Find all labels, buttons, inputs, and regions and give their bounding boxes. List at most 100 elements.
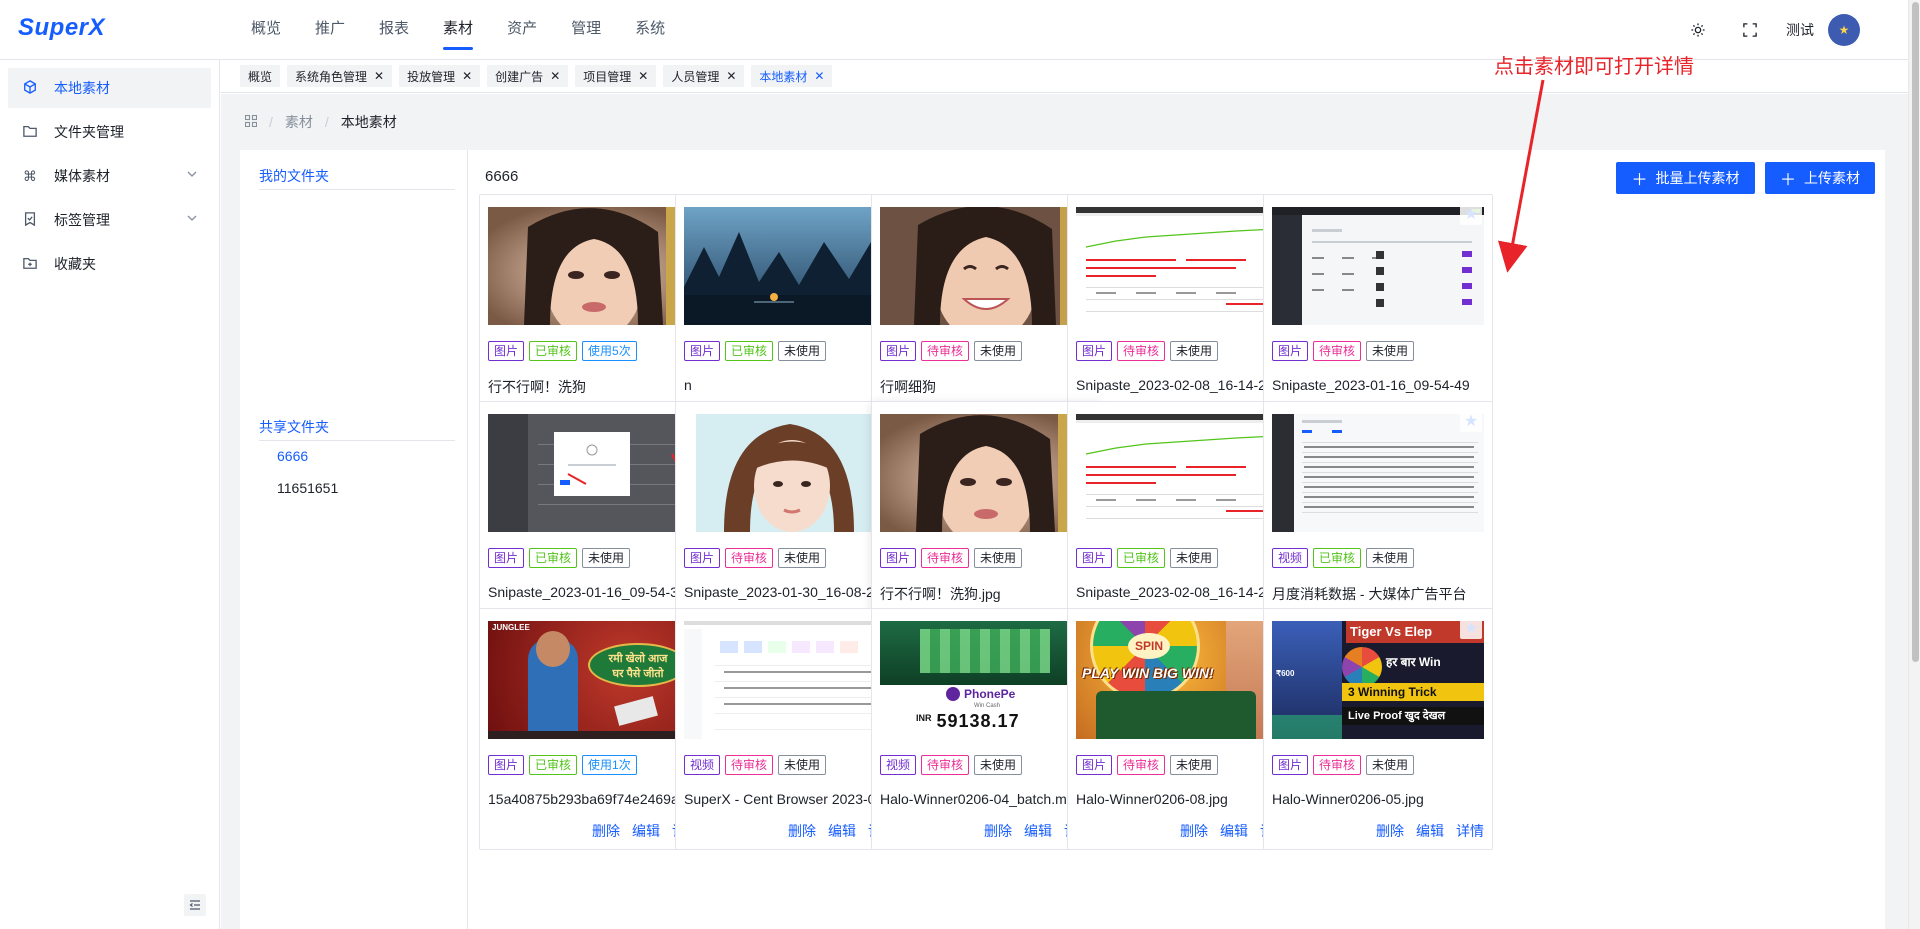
delete-button[interactable]: 删除 [788,821,816,841]
breadcrumb-item[interactable]: 素材 [285,112,313,132]
asset-thumbnail[interactable] [1076,207,1288,325]
plus-icon: ＋ [1779,172,1796,189]
asset-thumbnail[interactable] [684,621,896,739]
scrollbar-thumb[interactable] [1912,2,1919,662]
phonepe-logo: PhonePe [946,687,1015,701]
asset-thumbnail[interactable] [880,414,1092,532]
delete-button[interactable]: 删除 [592,821,620,841]
edit-button[interactable]: 编辑 [1416,821,1444,841]
asset-thumbnail[interactable] [880,207,1092,325]
asset-thumbnail[interactable] [488,207,700,325]
delete-button[interactable]: 删除 [1180,821,1208,841]
batch-upload-button[interactable]: ＋ 批量上传素材 [1616,162,1755,194]
cube-icon [22,80,38,96]
asset-thumbnail[interactable] [1076,414,1288,532]
tab-ad-delivery[interactable]: 投放管理 ✕ [399,65,481,87]
asset-tag: 未使用 [974,341,1023,361]
folder-item-6666[interactable]: 6666 [277,448,308,464]
edit-button[interactable]: 编辑 [632,821,660,841]
topnav-property[interactable]: 资产 [507,0,537,60]
asset-thumbnail[interactable] [1272,414,1484,532]
asset-tag: 待审核 [1313,341,1362,361]
sidebar-item-favorites[interactable]: 收藏夹 [8,244,211,284]
topnav-overview[interactable]: 概览 [251,0,281,60]
folder-item-11651651[interactable]: 11651651 [277,480,338,496]
avatar[interactable]: ★ [1828,14,1860,46]
delete-button[interactable]: 删除 [1376,821,1404,841]
tab-role-management[interactable]: 系统角色管理 ✕ [287,65,393,87]
collapse-sidebar-icon[interactable] [184,894,206,916]
apps-icon[interactable] [244,114,258,130]
sidebar-item-folder-management[interactable]: 文件夹管理 [8,112,211,152]
topnav-promotion[interactable]: 推广 [315,0,345,60]
asset-tags: 图片 待审核 未使用 [1076,341,1223,361]
asset-name: Halo-Winner0206-08.jpg [1076,791,1228,807]
breadcrumb: / 素材 / 本地素材 [244,112,397,132]
asset-name: Snipaste_2023-01-16_09-54-49 [1272,377,1470,393]
asset-thumbnail[interactable]: SPIN PLAY WIN BIG WIN! [1076,621,1288,739]
edit-button[interactable]: 编辑 [1024,821,1052,841]
close-icon[interactable]: ✕ [462,69,472,83]
asset-card[interactable]: ★视频已审核未使用月度消耗数据 - 大媒体广告平台1920*1032删除编辑详情 [1263,401,1493,643]
chevron-down-icon [187,212,197,226]
asset-thumbnail[interactable] [1272,207,1484,325]
asset-card[interactable]: ₹600 Tiger Vs Elep हर बार Win 3 Winning Tri… [1263,608,1493,850]
tab-staff-management[interactable]: 人员管理 ✕ [663,65,745,87]
topnav-management[interactable]: 管理 [571,0,601,60]
asset-tag: 未使用 [1170,548,1219,568]
tab-label: 项目管理 [583,69,632,84]
spin-word: SPIN [1128,633,1170,659]
close-icon[interactable]: ✕ [374,69,384,83]
asset-tags: 图片 已审核 未使用 [488,548,635,568]
topnav-system[interactable]: 系统 [635,0,665,60]
favorite-star-icon[interactable]: ★ [1460,410,1482,432]
asset-tag: 视频 [1272,548,1309,568]
asset-thumbnail[interactable] [684,414,896,532]
asset-tag: 已审核 [529,755,578,775]
favorite-star-icon[interactable]: ★ [1460,203,1482,225]
asset-tag: 图片 [1272,341,1309,361]
delete-button[interactable]: 删除 [984,821,1012,841]
asset-thumbnail[interactable]: PhonePe Win Cash INR 59138.17 [880,621,1092,739]
tab-label: 系统角色管理 [295,69,368,84]
topnav-assets[interactable]: 素材 [443,0,474,60]
sidebar-item-local-assets[interactable]: 本地素材 [8,68,211,108]
user-name[interactable]: 测试 [1786,20,1814,40]
upload-button[interactable]: ＋ 上传素材 [1765,162,1875,194]
close-icon[interactable]: ✕ [550,69,560,83]
asset-tags: 图片 待审核 未使用 [880,548,1027,568]
my-folders-title[interactable]: 我的文件夹 [259,166,455,190]
asset-thumbnail[interactable]: ₹600 Tiger Vs Elep हर बार Win 3 Winning Tri… [1272,621,1484,739]
close-icon[interactable]: ✕ [814,69,824,83]
edit-button[interactable]: 编辑 [1220,821,1248,841]
breadcrumb-current: 本地素材 [340,114,397,130]
asset-thumbnail[interactable] [684,207,896,325]
theme-toggle-icon[interactable] [1682,14,1714,46]
close-icon[interactable]: ✕ [726,69,736,83]
app-logo[interactable]: SuperX [18,14,105,42]
asset-tag: 已审核 [529,341,578,361]
asset-tag: 待审核 [921,755,970,775]
tab-project-management[interactable]: 项目管理 ✕ [575,65,657,87]
sidebar-item-media-assets[interactable]: ⌘ 媒体素材 [8,156,211,196]
edit-button[interactable]: 编辑 [828,821,856,841]
tiger-amount: ₹600 [1276,669,1295,678]
asset-card[interactable]: ★图片待审核未使用Snipaste_2023-01-16_09-54-49192… [1263,194,1493,436]
asset-tags: 图片 待审核 未使用 [1076,755,1223,775]
asset-tags: 视频 已审核 未使用 [1272,548,1419,568]
asset-thumbnail[interactable] [488,414,700,532]
tab-local-assets[interactable]: 本地素材 ✕ [751,65,833,87]
sidebar-item-tag-management[interactable]: 标签管理 [8,200,211,240]
tab-create-ad[interactable]: 创建广告 ✕ [487,65,569,87]
tab-overview[interactable]: 概览 [240,65,281,87]
topnav-reports[interactable]: 报表 [379,0,409,60]
shared-folders-title[interactable]: 共享文件夹 [259,417,455,441]
favorite-star-icon[interactable]: ★ [1460,617,1482,639]
page-scrollbar[interactable] [1908,0,1920,929]
tab-label: 投放管理 [407,69,456,84]
close-icon[interactable]: ✕ [638,69,648,83]
fullscreen-icon[interactable] [1734,14,1766,46]
tab-label: 概览 [248,69,273,84]
detail-button[interactable]: 详情 [1456,821,1484,841]
asset-thumbnail[interactable]: JUNGLEE रमी खेलो आज घर पैसे जीतो [488,621,700,739]
